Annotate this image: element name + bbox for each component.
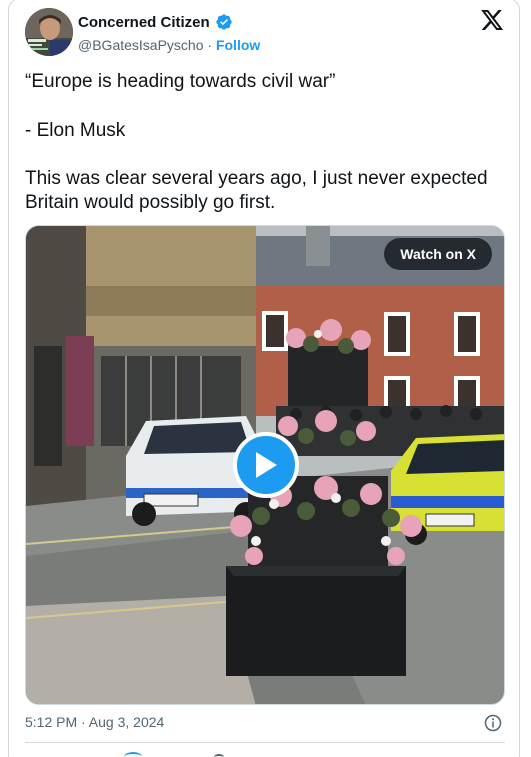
verified-badge-icon bbox=[216, 14, 232, 30]
author-name-row: Concerned Citizen bbox=[78, 13, 233, 31]
info-icon[interactable] bbox=[484, 714, 502, 732]
play-icon bbox=[256, 452, 277, 478]
author-name[interactable]: Concerned Citizen bbox=[78, 14, 210, 31]
author-handle[interactable]: @BGatesIsaPyscho bbox=[78, 37, 204, 53]
handle-separator: · bbox=[207, 37, 213, 53]
watch-on-x-button[interactable]: Watch on X bbox=[384, 238, 492, 270]
tweet-comment-line: This was clear several years ago, I just… bbox=[25, 168, 488, 213]
x-logo-icon[interactable] bbox=[481, 10, 504, 31]
follow-button[interactable]: Follow bbox=[216, 37, 260, 53]
like-icon[interactable] bbox=[124, 752, 142, 757]
video-media[interactable]: Watch on X bbox=[25, 225, 505, 705]
play-button[interactable] bbox=[233, 432, 299, 498]
tweet-attribution-line: - Elon Musk bbox=[25, 120, 126, 141]
author-handle-row: @BGatesIsaPyscho · Follow bbox=[78, 37, 260, 53]
footer-divider bbox=[25, 742, 505, 743]
tweet-quote-line: “Europe is heading towards civil war” bbox=[25, 71, 336, 92]
avatar[interactable] bbox=[25, 8, 73, 56]
tweet-timestamp[interactable]: 5:12 PM · Aug 3, 2024 bbox=[25, 714, 164, 730]
